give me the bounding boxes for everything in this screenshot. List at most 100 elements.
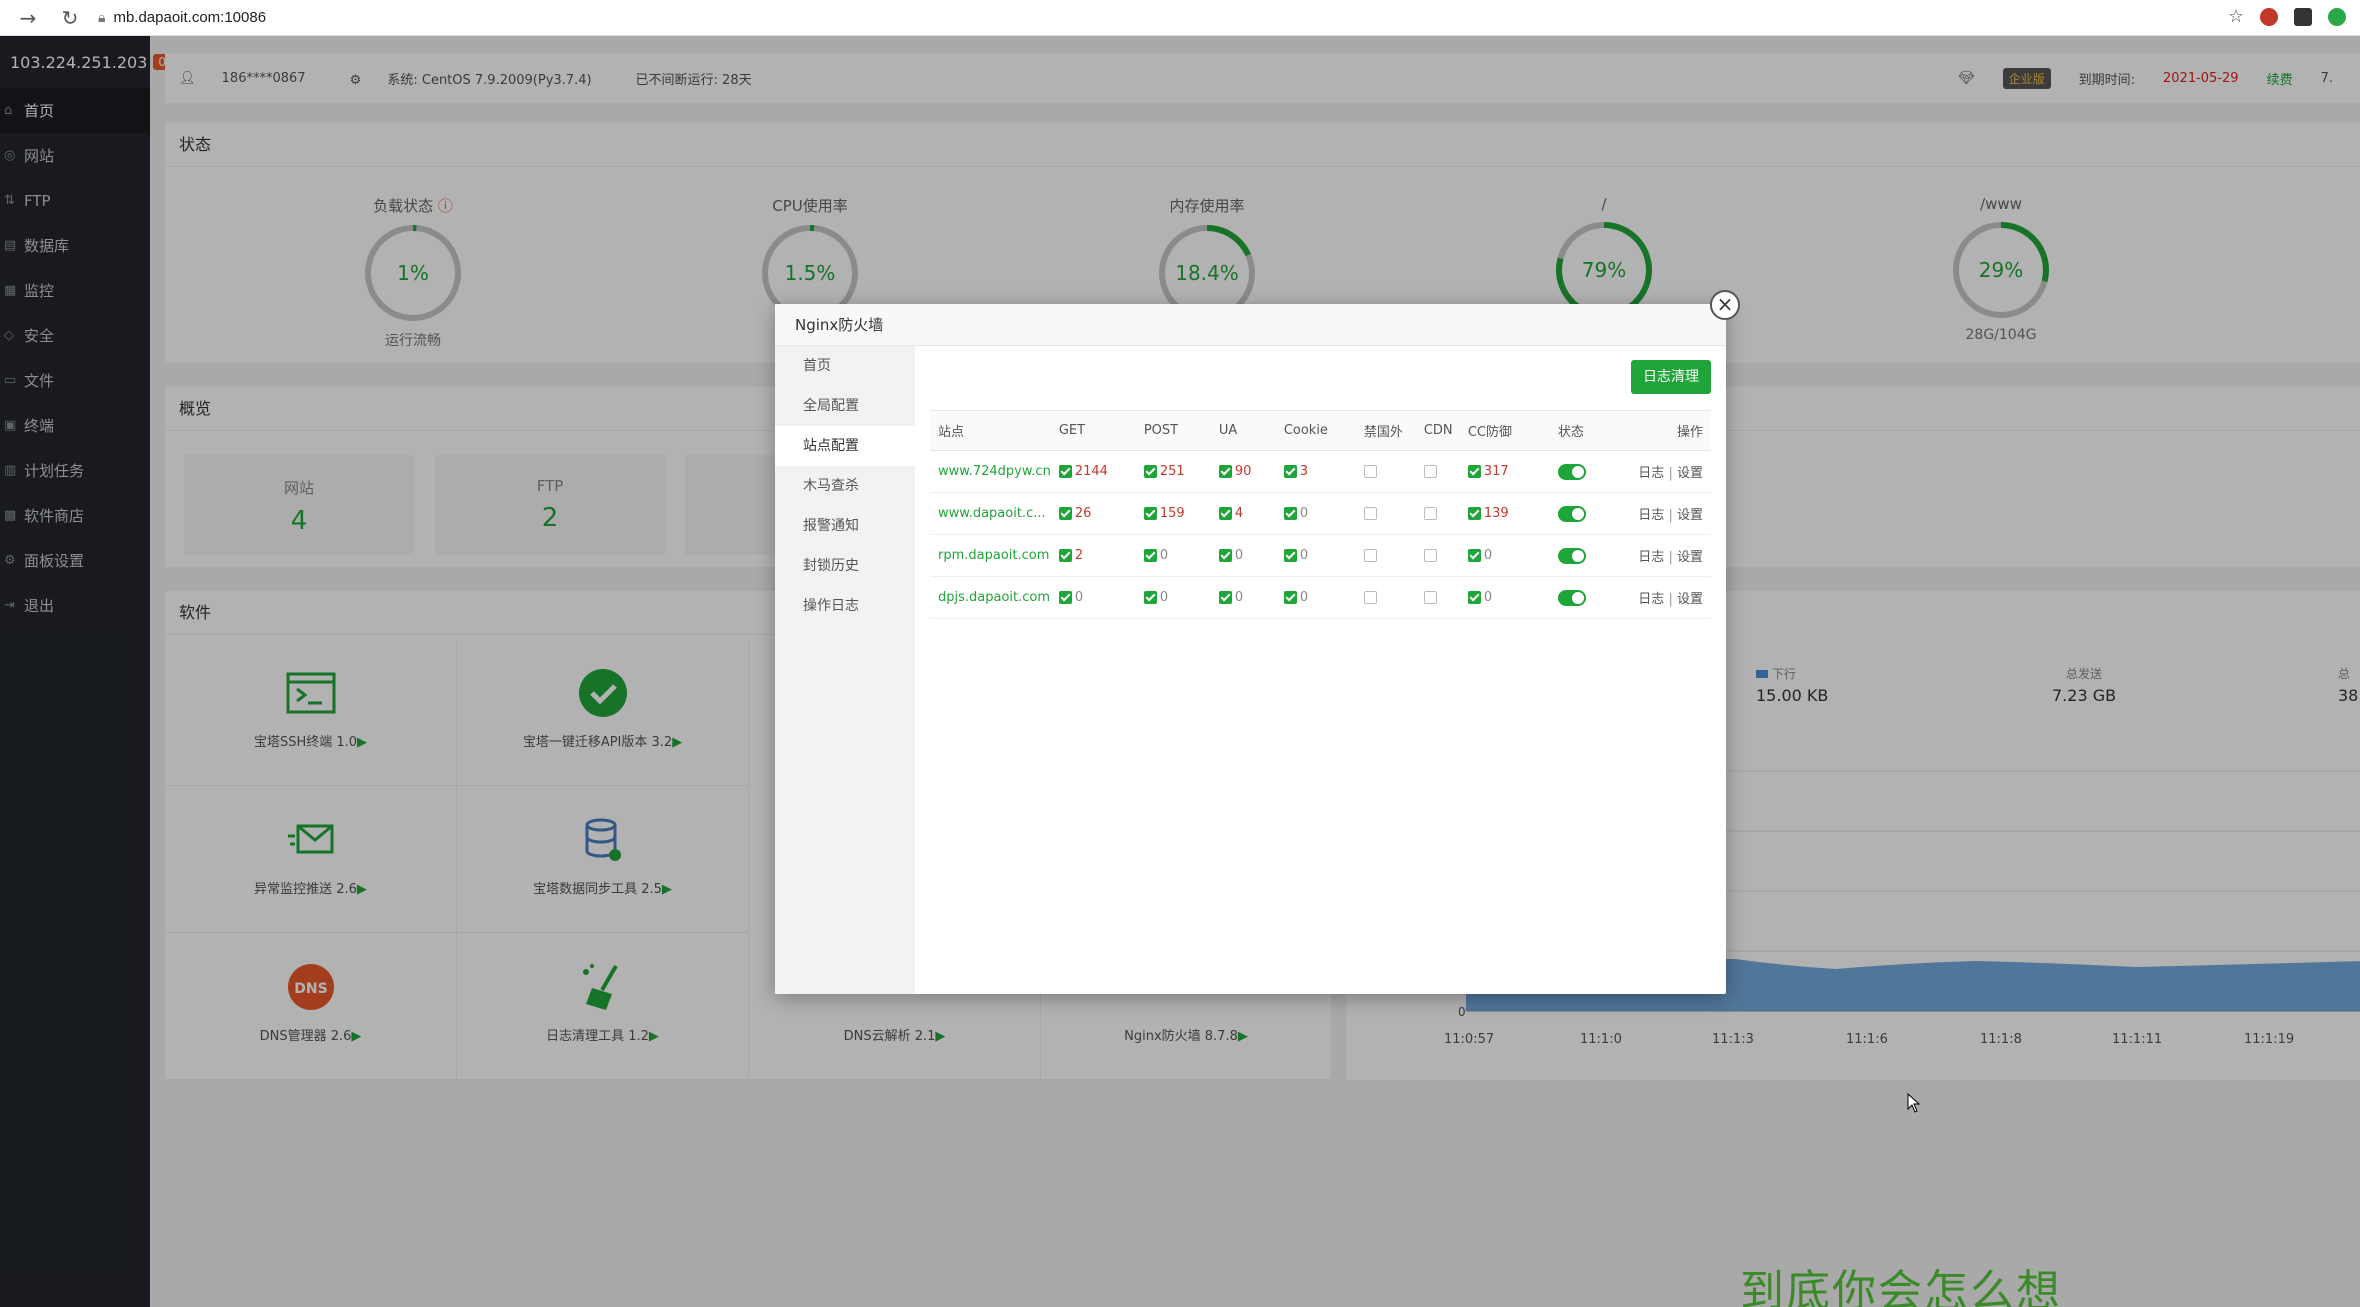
ua-cell[interactable]: 0 <box>1210 534 1276 577</box>
post-cell[interactable]: 251 <box>1135 450 1211 493</box>
mouse-cursor-icon <box>1907 1093 1921 1113</box>
cc-cell[interactable]: 0 <box>1459 576 1550 619</box>
menu-item-trojan-scan[interactable]: 木马查杀 <box>775 466 915 506</box>
bookmark-star-icon[interactable]: ☆ <box>2228 6 2244 27</box>
cookie-cell[interactable]: 3 <box>1275 450 1356 493</box>
status-cell[interactable] <box>1549 576 1620 619</box>
checkbox[interactable] <box>1218 465 1232 478</box>
status-cell[interactable] <box>1549 450 1620 493</box>
checkbox[interactable] <box>1058 591 1072 604</box>
video-watermark: 到底你会怎么想 <box>1740 1266 2062 1307</box>
settings-link[interactable]: 设置 <box>1677 508 1703 523</box>
checkbox[interactable] <box>1143 591 1157 604</box>
checkbox[interactable] <box>1467 465 1481 478</box>
status-toggle[interactable] <box>1557 505 1586 522</box>
checkbox[interactable] <box>1423 465 1437 478</box>
checkbox[interactable] <box>1058 549 1072 562</box>
status-cell[interactable] <box>1549 534 1620 577</box>
menu-item-block-history[interactable]: 封锁历史 <box>775 546 915 586</box>
cdn-cell[interactable] <box>1415 576 1460 619</box>
get-cell[interactable]: 2144 <box>1050 450 1136 493</box>
block-foreign-cell[interactable] <box>1355 492 1416 535</box>
checkbox[interactable] <box>1467 549 1481 562</box>
checkbox[interactable] <box>1283 591 1297 604</box>
block-foreign-cell[interactable] <box>1355 576 1416 619</box>
checkbox[interactable] <box>1363 591 1377 604</box>
log-link[interactable]: 日志 <box>1638 592 1664 607</box>
ua-cell[interactable]: 90 <box>1210 450 1276 493</box>
checkbox[interactable] <box>1423 591 1437 604</box>
cdn-cell[interactable] <box>1415 534 1460 577</box>
cc-cell[interactable]: 139 <box>1459 492 1550 535</box>
cookie-cell[interactable]: 0 <box>1275 492 1356 535</box>
site-name[interactable]: rpm.dapaoit.com <box>930 534 1051 577</box>
checkbox[interactable] <box>1143 465 1157 478</box>
log-link[interactable]: 日志 <box>1638 550 1664 565</box>
get-cell[interactable]: 2 <box>1050 534 1136 577</box>
cc-cell[interactable]: 317 <box>1459 450 1550 493</box>
extension-icon[interactable] <box>2328 7 2346 26</box>
get-cell[interactable]: 0 <box>1050 576 1136 619</box>
cc-cell[interactable]: 0 <box>1459 534 1550 577</box>
checkbox[interactable] <box>1423 549 1437 562</box>
site-name[interactable]: www.dapaoit.c... <box>930 492 1051 535</box>
post-cell[interactable]: 0 <box>1135 534 1211 577</box>
checkbox[interactable] <box>1218 507 1232 520</box>
site-name[interactable]: dpjs.dapaoit.com <box>930 576 1051 619</box>
checkbox[interactable] <box>1363 465 1377 478</box>
checkbox[interactable] <box>1143 507 1157 520</box>
checkbox[interactable] <box>1283 465 1297 478</box>
menu-item-site-config[interactable]: 站点配置 <box>775 426 915 466</box>
menu-item-alert[interactable]: 报警通知 <box>775 506 915 546</box>
checkbox[interactable] <box>1143 549 1157 562</box>
cdn-cell[interactable] <box>1415 492 1460 535</box>
browser-toolbar: → ↻ 🔒︎ mb.dapaoit.com:10086 ☆ <box>0 0 2360 36</box>
status-cell[interactable] <box>1549 492 1620 535</box>
block-foreign-cell[interactable] <box>1355 450 1416 493</box>
status-toggle[interactable] <box>1557 547 1586 564</box>
post-cell[interactable]: 0 <box>1135 576 1211 619</box>
settings-link[interactable]: 设置 <box>1677 550 1703 565</box>
checkbox[interactable] <box>1363 507 1377 520</box>
checkbox[interactable] <box>1283 549 1297 562</box>
menu-item-op-log[interactable]: 操作日志 <box>775 586 915 626</box>
clean-logs-button[interactable]: 日志清理 <box>1631 360 1711 394</box>
extension-icon[interactable] <box>2294 7 2312 26</box>
get-cell[interactable]: 26 <box>1050 492 1136 535</box>
table-row: rpm.dapaoit.com 2 0 0 0 0 日志 | 设置 <box>930 534 1711 577</box>
settings-link[interactable]: 设置 <box>1677 592 1703 607</box>
checkbox[interactable] <box>1283 507 1297 520</box>
block-foreign-cell[interactable] <box>1355 534 1416 577</box>
checkbox[interactable] <box>1058 507 1072 520</box>
site-name[interactable]: www.724dpyw.cn <box>930 450 1051 493</box>
menu-item-global-config[interactable]: 全局配置 <box>775 386 915 426</box>
checkbox[interactable] <box>1363 549 1377 562</box>
status-toggle[interactable] <box>1557 589 1586 606</box>
checkbox[interactable] <box>1423 507 1437 520</box>
checkbox[interactable] <box>1467 507 1481 520</box>
forward-icon[interactable]: → <box>14 6 42 30</box>
cdn-cell[interactable] <box>1415 450 1460 493</box>
ua-cell[interactable]: 4 <box>1210 492 1276 535</box>
cookie-cell[interactable]: 0 <box>1275 534 1356 577</box>
site-table: 站点 GET POST UA Cookie 禁国外 CDN CC防御 状态 操作… <box>930 410 1711 619</box>
settings-link[interactable]: 设置 <box>1677 466 1703 481</box>
checkbox[interactable] <box>1467 591 1481 604</box>
extension-icon[interactable] <box>2260 7 2278 26</box>
log-link[interactable]: 日志 <box>1638 466 1664 481</box>
menu-item-home[interactable]: 首页 <box>775 346 915 386</box>
checkbox[interactable] <box>1218 549 1232 562</box>
close-icon[interactable]: × <box>1710 290 1740 320</box>
checkbox[interactable] <box>1218 591 1232 604</box>
log-link[interactable]: 日志 <box>1638 508 1664 523</box>
address-bar[interactable]: mb.dapaoit.com:10086 <box>113 9 266 26</box>
ua-cell[interactable]: 0 <box>1210 576 1276 619</box>
checkbox[interactable] <box>1058 465 1072 478</box>
reload-icon[interactable]: ↻ <box>56 6 84 30</box>
post-cell[interactable]: 159 <box>1135 492 1211 535</box>
ops-cell: 日志 | 设置 <box>1619 534 1711 577</box>
lock-icon[interactable]: 🔒︎ <box>98 10 105 26</box>
table-header: 站点 GET POST UA Cookie 禁国外 CDN CC防御 状态 操作 <box>930 410 1711 451</box>
cookie-cell[interactable]: 0 <box>1275 576 1356 619</box>
status-toggle[interactable] <box>1557 463 1586 480</box>
